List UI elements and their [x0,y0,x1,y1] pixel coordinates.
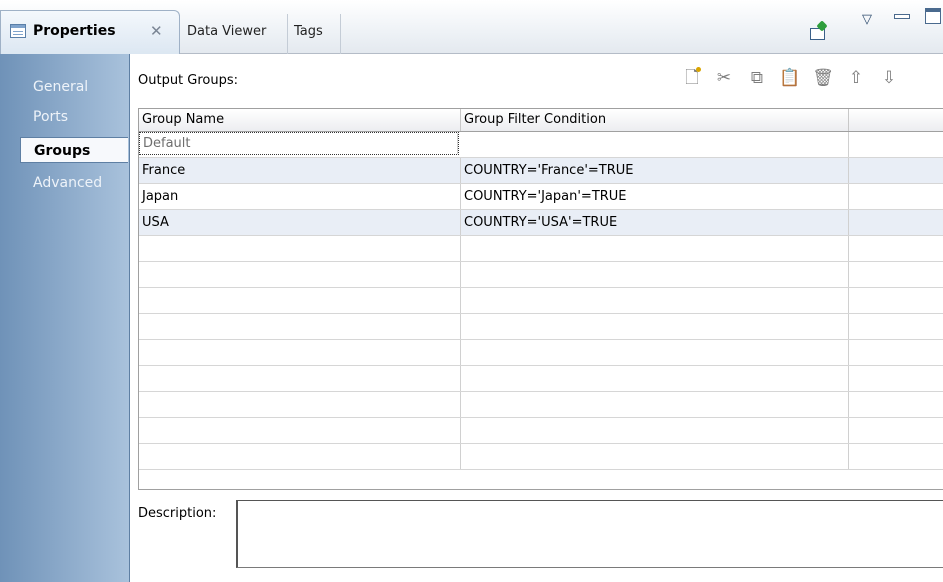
output-groups-table: Group Name Group Filter Condition Defaul… [138,108,943,490]
cell-group-filter-condition[interactable]: COUNTRY='France'=TRUE [461,158,849,183]
move-up-icon[interactable]: ⇧ [845,66,867,90]
cell-group-name[interactable]: Default [139,132,459,155]
cell-empty [849,444,943,469]
cell-empty[interactable] [461,262,849,287]
new-icon[interactable]: 🗋 [681,66,703,90]
properties-sidenav: General Ports Groups Advanced [0,54,130,582]
table-row-empty[interactable] [139,444,943,470]
column-header-group-name[interactable]: Group Name [139,109,461,131]
cell-empty [849,418,943,443]
cell-empty[interactable] [461,392,849,417]
cell-empty[interactable] [139,340,461,365]
cell-group-name[interactable]: Japan [139,184,461,209]
output-groups-label: Output Groups: [138,73,239,88]
cell-empty[interactable] [139,418,461,443]
table-icon [10,24,26,38]
cell-empty [849,340,943,365]
cell-empty[interactable] [461,314,849,339]
table-row-empty[interactable] [139,392,943,418]
table-header: Group Name Group Filter Condition [139,108,943,132]
cell-group-filter-condition[interactable] [461,132,849,157]
close-icon[interactable]: ✕ [150,22,163,40]
column-header-extra [849,109,943,131]
cell-empty [849,366,943,391]
cell-extra [849,132,943,157]
copy-icon[interactable]: ⧉ [746,66,768,90]
cell-empty[interactable] [139,392,461,417]
cell-empty[interactable] [461,340,849,365]
table-row-empty[interactable] [139,314,943,340]
maximize-icon[interactable] [925,8,941,24]
tab-data-viewer[interactable]: Data Viewer [181,14,288,54]
column-header-group-filter-condition[interactable]: Group Filter Condition [461,109,849,131]
cell-empty[interactable] [139,366,461,391]
cell-empty[interactable] [139,444,461,469]
cell-empty[interactable] [461,444,849,469]
pin-new-icon[interactable] [808,22,828,42]
cell-empty [849,314,943,339]
move-down-icon[interactable]: ⇩ [878,66,900,90]
cell-empty[interactable] [461,418,849,443]
cell-extra [849,158,943,183]
delete-icon[interactable]: 🗑 [812,66,834,90]
table-row-empty[interactable] [139,262,943,288]
cell-group-filter-condition[interactable]: COUNTRY='Japan'=TRUE [461,184,849,209]
description-field[interactable] [236,500,943,568]
table-row[interactable]: Default [139,132,943,158]
cell-group-name[interactable]: USA [139,210,461,235]
minimize-icon[interactable] [894,8,910,20]
view-menu-icon[interactable]: ▽ [862,12,872,27]
cell-extra [849,184,943,209]
table-row[interactable]: USA COUNTRY='USA'=TRUE [139,210,943,236]
cell-extra [849,210,943,235]
table-row[interactable]: France COUNTRY='France'=TRUE [139,158,943,184]
sidebar-item-ports[interactable]: Ports [0,104,128,130]
cell-empty [849,288,943,313]
cell-empty[interactable] [139,236,461,261]
cell-empty [849,236,943,261]
cell-empty[interactable] [461,236,849,261]
cut-icon[interactable]: ✂ [713,66,735,90]
cell-empty[interactable] [139,314,461,339]
cell-empty[interactable] [139,262,461,287]
sidebar-item-advanced[interactable]: Advanced [0,170,128,196]
paste-icon[interactable]: 📋 [779,66,801,90]
table-row-empty[interactable] [139,340,943,366]
tab-properties-label: Properties [33,23,116,39]
cell-group-name[interactable]: France [139,158,461,183]
table-row[interactable]: Japan COUNTRY='Japan'=TRUE [139,184,943,210]
cell-group-filter-condition[interactable]: COUNTRY='USA'=TRUE [461,210,849,235]
tab-tags[interactable]: Tags [288,14,341,54]
cell-empty [849,262,943,287]
table-row-empty[interactable] [139,236,943,262]
groups-panel: Output Groups: 🗋 ✂ ⧉ 📋 🗑 ⇧ ⇩ Group Name … [131,54,943,582]
table-row-empty[interactable] [139,418,943,444]
view-tab-bar: Properties ✕ Data Viewer Tags ▽ [0,0,943,54]
table-row-empty[interactable] [139,366,943,392]
cell-empty[interactable] [461,288,849,313]
description-label: Description: [138,506,217,521]
cell-empty[interactable] [461,366,849,391]
cell-empty[interactable] [139,288,461,313]
sidebar-item-groups[interactable]: Groups [20,137,128,163]
table-row-empty[interactable] [139,288,943,314]
cell-empty [849,392,943,417]
tab-properties[interactable]: Properties ✕ [0,10,180,54]
sidebar-item-general[interactable]: General [0,74,128,100]
